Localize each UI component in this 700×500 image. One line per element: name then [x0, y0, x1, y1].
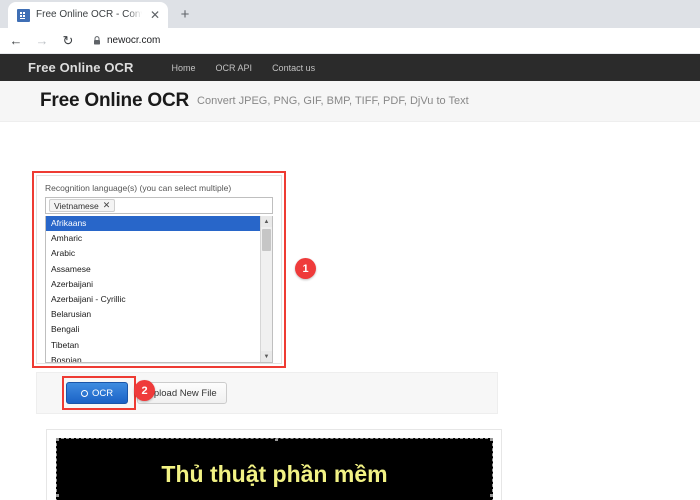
crop-handle[interactable] [490, 494, 492, 497]
ocr-button[interactable]: OCR [66, 382, 128, 404]
reload-icon[interactable]: ↻ [60, 33, 76, 49]
lock-icon [92, 36, 101, 45]
page-title: Free Online OCR [40, 90, 190, 111]
site-navbar: Free Online OCR Home OCR API Contact us [0, 54, 700, 81]
close-icon[interactable]: ✕ [103, 200, 111, 211]
upload-button-label: Upload New File [147, 387, 217, 399]
image-preview-card: Thủ thuật phần mềm Trang web chuyên chia… [46, 429, 502, 500]
gear-icon [80, 389, 88, 397]
language-list-scrollbar[interactable]: ▲ ▼ [260, 216, 272, 362]
chevron-up-icon[interactable]: ▲ [261, 216, 272, 227]
preview-text-line-1: Thủ thuật phần mềm [161, 461, 388, 487]
annotation-badge-2: 2 [134, 380, 155, 401]
chevron-down-icon[interactable]: ▼ [261, 351, 272, 362]
tab-title: Free Online OCR - Convert JPEG [36, 9, 142, 20]
language-token-input[interactable]: Vietnamese ✕ [45, 197, 273, 214]
language-option[interactable]: Bosnian [46, 353, 260, 362]
language-option[interactable]: Afrikaans [46, 216, 260, 232]
site-brand[interactable]: Free Online OCR [28, 60, 134, 75]
crop-handle[interactable] [57, 494, 59, 497]
scrollbar-thumb[interactable] [262, 229, 271, 251]
ocr-button-label: OCR [91, 387, 114, 399]
language-option[interactable]: Belarusian [46, 307, 260, 322]
close-icon[interactable]: ✕ [148, 8, 162, 22]
crop-handle[interactable] [57, 439, 59, 441]
language-option[interactable]: Bengali [46, 322, 260, 337]
tab-strip: Free Online OCR - Convert JPEG ✕ + [0, 0, 700, 28]
nav-link-contact-us[interactable]: Contact us [262, 63, 325, 73]
nav-link-ocr-api[interactable]: OCR API [206, 63, 263, 73]
language-option[interactable]: Azerbaijani [46, 277, 260, 292]
page-subtitle: Convert JPEG, PNG, GIF, BMP, TIFF, PDF, … [197, 95, 469, 107]
action-bar: OCR Upload New File [36, 372, 498, 414]
browser-tab[interactable]: Free Online OCR - Convert JPEG ✕ [8, 2, 168, 28]
language-option[interactable]: Azerbaijani - Cyrillic [46, 292, 260, 307]
language-option-items: Afrikaans Amharic Arabic Assamese Azerba… [46, 216, 260, 362]
page-header: Free Online OCR Convert JPEG, PNG, GIF, … [0, 81, 700, 122]
language-option[interactable]: Assamese [46, 262, 260, 277]
nav-link-home[interactable]: Home [162, 63, 206, 73]
language-option[interactable]: Tibetan [46, 338, 260, 353]
language-option[interactable]: Amharic [46, 231, 260, 246]
language-token-label: Vietnamese [54, 200, 99, 211]
crop-handle[interactable] [274, 439, 278, 441]
grid-favicon-icon [17, 8, 30, 22]
language-picker-label: Recognition language(s) (you can select … [45, 183, 232, 193]
crop-handle[interactable] [490, 439, 492, 441]
language-token-vietnamese[interactable]: Vietnamese ✕ [49, 199, 116, 212]
browser-window: Free Online OCR - Convert JPEG ✕ + ← → ↻… [0, 0, 700, 500]
language-picker-panel: Recognition language(s) (you can select … [36, 175, 282, 364]
web-page: Free Online OCR Home OCR API Contact us … [0, 54, 700, 500]
new-tab-button[interactable]: + [172, 1, 198, 27]
url-text: newocr.com [107, 35, 161, 46]
back-arrow-icon[interactable]: ← [8, 33, 24, 49]
language-option-list[interactable]: Afrikaans Amharic Arabic Assamese Azerba… [45, 216, 273, 363]
address-bar[interactable]: newocr.com [86, 32, 692, 50]
language-option[interactable]: Arabic [46, 246, 260, 261]
forward-arrow-icon[interactable]: → [34, 33, 50, 49]
annotation-badge-1: 1 [295, 258, 316, 279]
browser-toolbar: ← → ↻ newocr.com [0, 28, 700, 54]
uploaded-image-preview[interactable]: Thủ thuật phần mềm Trang web chuyên chia… [56, 438, 493, 500]
scrollbar-track[interactable] [261, 227, 272, 351]
